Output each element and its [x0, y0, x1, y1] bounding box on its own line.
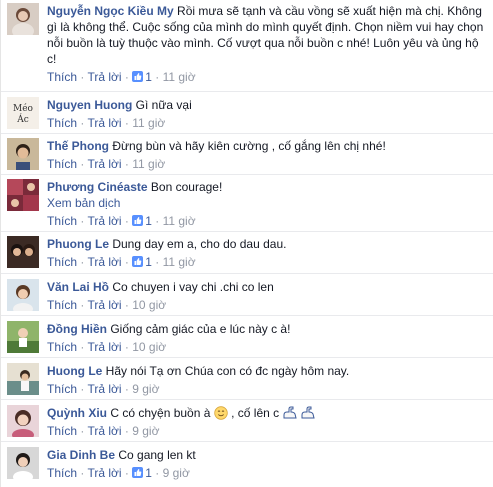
like-link[interactable]: Thích: [47, 424, 77, 438]
comment-text: Bon courage!: [150, 180, 223, 194]
like-link[interactable]: Thích: [47, 116, 77, 130]
comment-time[interactable]: 11 giờ: [132, 116, 165, 130]
comment-time[interactable]: 11 giờ: [132, 157, 165, 171]
reply-link[interactable]: Trả lời: [87, 116, 121, 130]
avatar[interactable]: [7, 236, 39, 268]
comment-text: Gì nữa vại: [135, 98, 192, 112]
thumbs-up-icon: [132, 70, 144, 82]
avatar[interactable]: Méo Ác: [7, 97, 39, 129]
thumbs-up-icon: [132, 255, 144, 267]
reply-link[interactable]: Trả lời: [87, 382, 121, 396]
reply-link[interactable]: Trả lời: [87, 466, 121, 480]
thumbs-up-icon: [132, 214, 144, 226]
divider: [1, 399, 493, 400]
reply-link[interactable]: Trả lời: [87, 214, 121, 228]
thumbs-up-icon: [132, 466, 144, 478]
reply-link[interactable]: Trả lời: [87, 340, 121, 354]
flexed-arm-emoji-icon: [300, 406, 315, 420]
comment-time[interactable]: 9 giờ: [132, 382, 159, 396]
like-link[interactable]: Thích: [47, 340, 77, 354]
comment-time[interactable]: 11 giờ: [163, 255, 196, 269]
comment-author[interactable]: Nguyen Huong: [47, 98, 132, 112]
like-count[interactable]: 1: [132, 255, 152, 269]
comment-actions: Thích · Trả lời · 9 giờ: [47, 382, 160, 396]
reply-link[interactable]: Trả lời: [87, 424, 121, 438]
comment-actions: Thích · Trả lời · 1 · 11 giờ: [47, 70, 196, 84]
comment-actions: Thích · Trả lời · 10 giờ: [47, 340, 167, 354]
like-link[interactable]: Thích: [47, 255, 77, 269]
comment-list: Nguyễn Ngọc Kiều My Rồi mưa sẽ tạnh và c…: [0, 0, 493, 487]
avatar[interactable]: [7, 447, 39, 479]
like-link[interactable]: Thích: [47, 466, 77, 480]
like-link[interactable]: Thích: [47, 382, 77, 396]
reply-link[interactable]: Trả lời: [87, 255, 121, 269]
avatar[interactable]: [7, 363, 39, 395]
like-count[interactable]: 1: [132, 466, 152, 480]
avatar[interactable]: [7, 3, 39, 35]
avatar[interactable]: [7, 405, 39, 437]
divider: [1, 315, 493, 316]
comment-text: Co gang len kt: [118, 448, 196, 462]
like-count[interactable]: 1: [132, 70, 152, 84]
divider: [1, 91, 493, 92]
avatar[interactable]: [7, 179, 39, 211]
comment-time[interactable]: 10 giờ: [132, 298, 166, 312]
like-link[interactable]: Thích: [47, 214, 77, 228]
comment-author[interactable]: Văn Lai Hồ: [47, 280, 109, 294]
comment-author[interactable]: Đồng Hiền: [47, 322, 107, 336]
comment-author[interactable]: Thế Phong: [47, 139, 109, 153]
comment-time[interactable]: 11 giờ: [163, 214, 196, 228]
comment-author[interactable]: Phuong Le: [47, 237, 109, 251]
comment-time[interactable]: 9 giờ: [163, 466, 190, 480]
comment-text: Hãy nói Tạ ơn Chúa con có đc ngày hôm na…: [105, 364, 350, 378]
comment-author[interactable]: Phương Cinéaste: [47, 180, 148, 194]
reply-link[interactable]: Trả lời: [87, 298, 121, 312]
divider: [1, 231, 493, 232]
comment-actions: Thích · Trả lời · 11 giờ: [47, 116, 166, 130]
comment-text: Giống cảm giác của e lúc này c à!: [110, 322, 291, 336]
divider: [1, 357, 493, 358]
comment-actions: Thích · Trả lời · 1 · 11 giờ: [47, 214, 196, 228]
like-link[interactable]: Thích: [47, 70, 77, 84]
comment-author[interactable]: Quỳnh Xiu: [47, 406, 107, 420]
comment-time[interactable]: 9 giờ: [132, 424, 159, 438]
comment-time[interactable]: 10 giờ: [132, 340, 166, 354]
like-link[interactable]: Thích: [47, 157, 77, 171]
avatar[interactable]: [7, 279, 39, 311]
like-count[interactable]: 1: [132, 214, 152, 228]
comment-actions: Thích · Trả lời · 11 giờ: [47, 157, 166, 171]
avatar-text: Méo: [13, 103, 33, 114]
comment-author[interactable]: Gia Dinh Be: [47, 448, 115, 462]
reply-link[interactable]: Trả lời: [87, 157, 121, 171]
comment-author[interactable]: Nguyễn Ngọc Kiều My: [47, 4, 174, 18]
comment-text-continued: , cố lên c: [231, 406, 280, 420]
comment-actions: Thích · Trả lời · 9 giờ: [47, 424, 160, 438]
divider: [1, 441, 493, 442]
avatar[interactable]: [7, 138, 39, 170]
comment-text: C có chyện buồn à: [110, 406, 211, 420]
comment-actions: Thích · Trả lời · 10 giờ: [47, 298, 167, 312]
reply-link[interactable]: Trả lời: [87, 70, 121, 84]
comment-text: Đừng bùn và hãy kiên cường , cố gắng lên…: [112, 139, 386, 153]
comment-text: Co chuyen i vay chi .chi co len: [112, 280, 274, 294]
smile-emoji-icon: [214, 406, 228, 420]
comment-actions: Thích · Trả lời · 1 · 9 giờ: [47, 466, 190, 480]
comment-time[interactable]: 11 giờ: [163, 70, 196, 84]
comment-author[interactable]: Huong Le: [47, 364, 102, 378]
divider: [1, 174, 493, 175]
flexed-arm-emoji-icon: [282, 406, 298, 420]
see-translation-link[interactable]: Xem bản dịch: [47, 195, 485, 211]
divider: [1, 133, 493, 134]
svg-text:Ác: Ác: [16, 113, 29, 125]
divider: [1, 273, 493, 274]
avatar[interactable]: [7, 321, 39, 353]
comment-text: Dung day em a, cho do dau dau.: [112, 237, 287, 251]
comment-actions: Thích · Trả lời · 1 · 11 giờ: [47, 255, 196, 269]
like-link[interactable]: Thích: [47, 298, 77, 312]
